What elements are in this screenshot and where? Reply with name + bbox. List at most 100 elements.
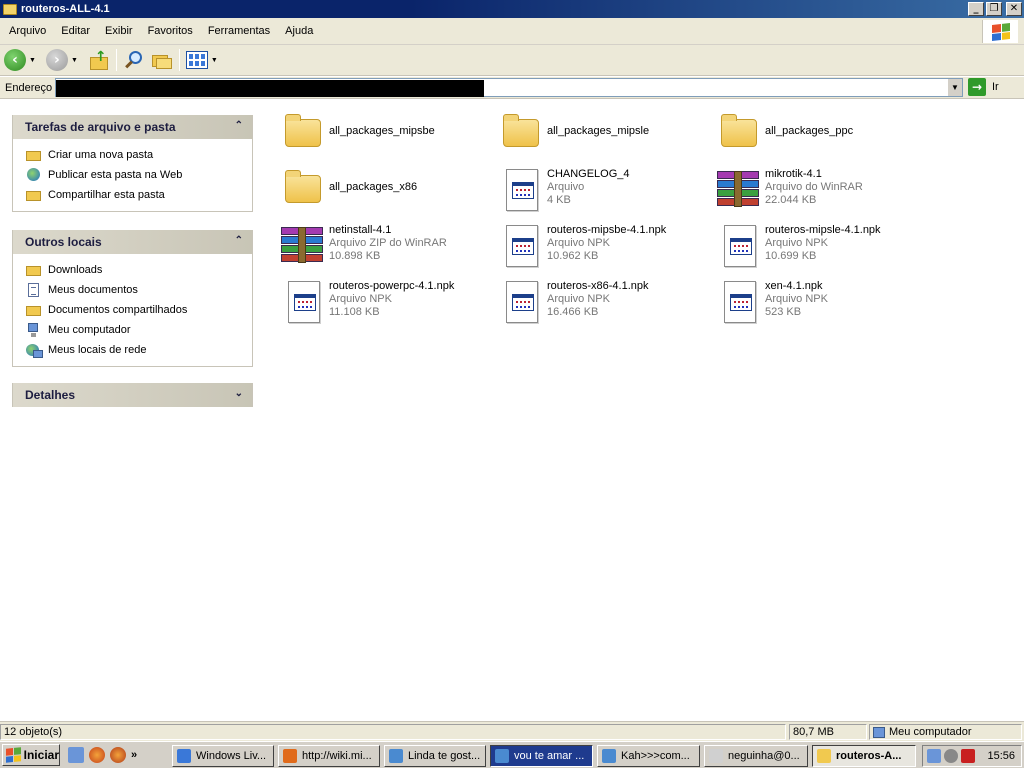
- folders-icon: [151, 49, 173, 71]
- taskbar-button[interactable]: Kah>>>com...: [597, 745, 700, 767]
- file-item[interactable]: routeros-x86-4.1.npk Arquivo NPK 16.466 KB: [497, 277, 707, 329]
- file-icon: [715, 277, 763, 325]
- start-button[interactable]: Iniciar: [2, 744, 60, 766]
- address-dropdown-icon[interactable]: ▼: [947, 79, 962, 96]
- taskbar-button[interactable]: Windows Liv...: [172, 745, 274, 767]
- folder-item[interactable]: all_packages_mipsbe: [279, 109, 489, 161]
- file-item[interactable]: routeros-powerpc-4.1.npk Arquivo NPK 11.10…: [279, 277, 489, 329]
- file-type: Arquivo ZIP do WinRAR: [329, 237, 447, 249]
- location-text: Meu computador: [889, 726, 972, 738]
- close-button[interactable]: ✕: [1006, 2, 1022, 16]
- file-item[interactable]: xen-4.1.npk Arquivo NPK 523 KB: [715, 277, 925, 329]
- place-my-documents[interactable]: Meus documentos: [25, 280, 252, 300]
- up-folder-button[interactable]: ↑: [88, 47, 110, 73]
- taskbar-button-label: Kah>>>com...: [621, 750, 690, 762]
- panel-header[interactable]: Outros locais ⌃: [13, 230, 252, 254]
- documents-icon: [25, 283, 42, 297]
- app-icon: [817, 749, 831, 763]
- folder-item[interactable]: all_packages_x86: [279, 165, 489, 217]
- menu-arquivo[interactable]: Arquivo: [3, 25, 52, 37]
- status-size: 80,7 MB: [789, 724, 867, 740]
- file-icon: [497, 277, 545, 325]
- place-label: Meus documentos: [48, 284, 138, 296]
- restore-button[interactable]: ❐: [986, 2, 1002, 16]
- forward-button[interactable]: › ▼: [45, 47, 78, 73]
- task-share-folder[interactable]: Compartilhar esta pasta: [25, 185, 252, 205]
- network-icon: [25, 343, 43, 358]
- folder-item[interactable]: all_packages_ppc: [715, 109, 925, 161]
- minimize-button[interactable]: _: [968, 2, 984, 16]
- dropdown-arrow-icon[interactable]: ▼: [29, 57, 36, 64]
- quick-launch-more[interactable]: »: [131, 749, 137, 761]
- search-button[interactable]: [123, 47, 145, 73]
- go-button[interactable]: → Ir: [968, 78, 999, 96]
- taskbar-button[interactable]: neguinha@0...: [704, 745, 808, 767]
- file-item[interactable]: netinstall-4.1 Arquivo ZIP do WinRAR 10.89…: [279, 221, 489, 273]
- file-size: 10.898 KB: [329, 250, 381, 262]
- folder-icon: [279, 109, 327, 157]
- task-new-folder[interactable]: Criar uma nova pasta: [25, 145, 252, 165]
- app-icon: [602, 749, 616, 763]
- taskbar-button[interactable]: http://wiki.mi...: [278, 745, 380, 767]
- menu-exibir[interactable]: Exibir: [99, 25, 139, 37]
- views-button[interactable]: ▼: [185, 47, 218, 73]
- taskbar-button[interactable]: Linda te gost...: [384, 745, 486, 767]
- dropdown-arrow-icon[interactable]: ▼: [211, 57, 218, 64]
- go-label: Ir: [992, 81, 999, 93]
- address-input[interactable]: ▼: [55, 78, 963, 97]
- folder-item[interactable]: all_packages_mipsle: [497, 109, 707, 161]
- file-item[interactable]: CHANGELOG_4 Arquivo 4 KB: [497, 165, 707, 217]
- menu-editar[interactable]: Editar: [55, 25, 96, 37]
- menu-favoritos[interactable]: Favoritos: [142, 25, 199, 37]
- file-name: CHANGELOG_4: [547, 168, 630, 180]
- place-downloads[interactable]: Downloads: [25, 260, 252, 280]
- file-item[interactable]: mikrotik-4.1 Arquivo do WinRAR 22.044 KB: [715, 165, 925, 217]
- status-bar: 12 objeto(s) 80,7 MB Meu computador: [0, 721, 1024, 741]
- file-icon: [497, 165, 545, 213]
- ie-icon[interactable]: [68, 747, 84, 763]
- place-shared-documents[interactable]: Documentos compartilhados: [25, 300, 252, 320]
- collapse-chevron-icon[interactable]: ⌃: [235, 120, 243, 131]
- file-name: all_packages_x86: [329, 181, 418, 193]
- task-publish-web[interactable]: Publicar esta pasta na Web: [25, 165, 252, 185]
- menu-ajuda[interactable]: Ajuda: [279, 25, 319, 37]
- expand-chevron-icon[interactable]: ⌄: [235, 388, 243, 399]
- file-item[interactable]: routeros-mipsbe-4.1.npk Arquivo NPK 10.962…: [497, 221, 707, 273]
- file-view: all_packages_mipsbe all_packages_mipsle al…: [265, 99, 1024, 720]
- taskbar: Iniciar » Windows Liv... http://wiki.mi..…: [0, 741, 1024, 768]
- task-label: Publicar esta pasta na Web: [48, 169, 183, 181]
- menu-ferramentas[interactable]: Ferramentas: [202, 25, 276, 37]
- quick-launch: »: [68, 747, 137, 763]
- file-name: mikrotik-4.1: [765, 168, 822, 180]
- window-title: routeros-ALL-4.1: [21, 3, 110, 15]
- panel-header[interactable]: Tarefas de arquivo e pasta ⌃: [13, 115, 252, 139]
- folders-button[interactable]: [151, 47, 173, 73]
- place-my-computer[interactable]: Meu computador: [25, 320, 252, 340]
- file-item[interactable]: routeros-mipsle-4.1.npk Arquivo NPK 10.699…: [715, 221, 925, 273]
- computer-icon: [25, 323, 42, 337]
- computer-icon: [873, 726, 885, 738]
- back-button[interactable]: ‹ ▼: [4, 47, 36, 73]
- taskbar-button[interactable]: routeros-A...: [812, 745, 916, 767]
- panel-title: Outros locais: [25, 235, 102, 249]
- collapse-chevron-icon[interactable]: ⌃: [235, 235, 243, 246]
- network-tray-icon[interactable]: [927, 749, 941, 763]
- folder-icon: [25, 263, 42, 277]
- place-network[interactable]: Meus locais de rede: [25, 340, 252, 360]
- firefox-icon[interactable]: [110, 747, 126, 763]
- winrar-archive-icon: [715, 165, 763, 213]
- file-type: Arquivo NPK: [765, 293, 828, 305]
- antivirus-tray-icon[interactable]: [961, 749, 975, 763]
- taskbar-button[interactable]: vou te amar ...: [490, 745, 593, 767]
- folder-icon: [3, 3, 17, 15]
- file-type: Arquivo: [547, 181, 585, 193]
- object-count-text: 12 objeto(s): [4, 726, 63, 738]
- taskbar-button-label: vou te amar ...: [514, 750, 585, 762]
- tray-icon[interactable]: [944, 749, 958, 763]
- dropdown-arrow-icon[interactable]: ▼: [71, 57, 78, 64]
- app-icon: [283, 749, 297, 763]
- firefox-icon[interactable]: [89, 747, 105, 763]
- panel-header[interactable]: Detalhes ⌄: [13, 383, 252, 407]
- file-type: Arquivo NPK: [547, 293, 610, 305]
- menu-bar: Arquivo Editar Exibir Favoritos Ferramen…: [0, 18, 1024, 45]
